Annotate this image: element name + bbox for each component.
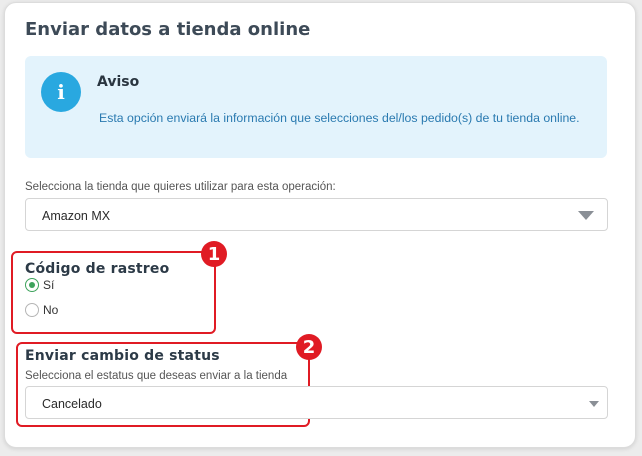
radio-label-si: Sí xyxy=(43,278,55,292)
info-icon: i xyxy=(41,72,81,112)
radio-label-no: No xyxy=(43,303,59,317)
step-badge-1: 1 xyxy=(201,241,227,267)
store-select-label: Selecciona la tienda que quieres utiliza… xyxy=(25,181,336,193)
tracking-section-title: Código de rastreo xyxy=(25,261,170,277)
chevron-down-icon xyxy=(578,211,594,220)
status-section-title: Enviar cambio de status xyxy=(25,348,220,364)
status-select[interactable]: Cancelado xyxy=(25,386,608,419)
status-select-value: Cancelado xyxy=(42,397,102,411)
store-select-value: Amazon MX xyxy=(42,209,111,223)
send-data-card: Enviar datos a tienda online i Aviso Est… xyxy=(4,2,636,448)
chevron-down-icon xyxy=(589,401,599,407)
radio-option-no[interactable]: No xyxy=(25,303,58,317)
radio-button-unchecked[interactable] xyxy=(25,303,39,317)
status-help-text: Selecciona el estatus que deseas enviar … xyxy=(25,370,288,382)
page-title: Enviar datos a tienda online xyxy=(25,19,311,40)
alert-text: Esta opción enviará la información que s… xyxy=(99,111,580,125)
radio-button-checked[interactable] xyxy=(25,278,39,292)
radio-option-si[interactable]: Sí xyxy=(25,278,54,292)
step-badge-2: 2 xyxy=(296,334,322,360)
store-select[interactable]: Amazon MX xyxy=(25,198,608,231)
notice-alert: i Aviso Esta opción enviará la informaci… xyxy=(25,56,607,158)
alert-title: Aviso xyxy=(97,74,140,90)
